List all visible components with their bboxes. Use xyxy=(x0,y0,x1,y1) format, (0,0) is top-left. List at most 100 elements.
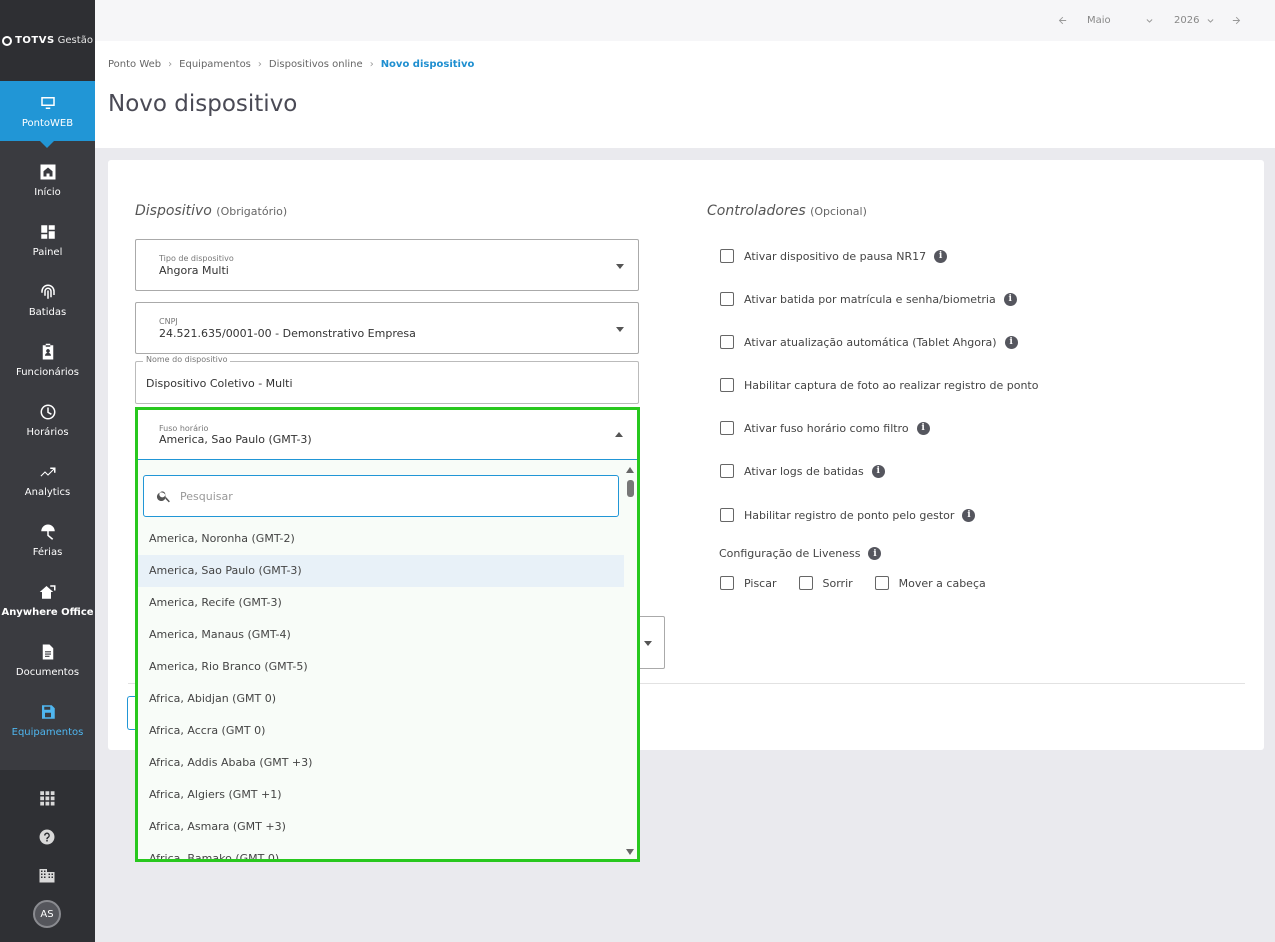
sidebar-footer: AS xyxy=(0,770,95,942)
scrollbar[interactable] xyxy=(624,461,637,859)
checkbox[interactable] xyxy=(798,576,813,590)
checkbox[interactable] xyxy=(720,464,734,478)
company-icon[interactable] xyxy=(38,866,56,884)
checkbox-label: Ativar fuso horário como filtro xyxy=(744,421,909,435)
page-header: Ponto Web › Equipamentos › Dispositivos … xyxy=(95,41,1275,148)
info-icon[interactable]: i xyxy=(934,249,948,263)
breadcrumb-item[interactable]: Ponto Web xyxy=(108,59,161,70)
checkbox[interactable] xyxy=(720,508,734,522)
checkbox[interactable] xyxy=(720,335,734,349)
timezone-option[interactable]: America, Noronha (GMT-2) xyxy=(138,523,624,555)
liveness-option-mover-cabeca[interactable]: Mover a cabeça xyxy=(874,576,986,590)
checkbox-pause-nr17[interactable]: Ativar dispositivo de pausa NR17 i xyxy=(720,249,948,263)
timezone-select-header[interactable]: Fuso horário America, Sao Paulo (GMT-3) xyxy=(138,410,637,460)
timezone-options: America, Noronha (GMT-2) America, Sao Pau… xyxy=(138,523,624,859)
field-value: America, Sao Paulo (GMT-3) xyxy=(159,433,312,446)
field-label: Nome do dispositivo xyxy=(143,355,231,364)
section-title-text: Dispositivo xyxy=(135,203,212,219)
trend-icon xyxy=(40,467,55,476)
timezone-search xyxy=(143,475,619,517)
cnpj-select[interactable]: CNPJ 24.521.635/0001-00 - Demonstrativo … xyxy=(135,302,639,354)
checkbox-matricula-senha[interactable]: Ativar batida por matrícula e senha/biom… xyxy=(720,292,1017,306)
timezone-option[interactable]: America, Manaus (GMT-4) xyxy=(138,619,624,651)
timezone-option[interactable]: Africa, Addis Ababa (GMT +3) xyxy=(138,747,624,779)
avatar[interactable]: AS xyxy=(33,900,61,928)
checkbox-label: Ativar logs de batidas xyxy=(744,464,864,478)
device-name-field[interactable]: Nome do dispositivo Dispositivo Coletivo… xyxy=(135,355,639,404)
arrow-right-icon[interactable] xyxy=(1231,15,1242,26)
caret-up-icon xyxy=(615,432,623,437)
badge-icon xyxy=(42,343,53,359)
timezone-option[interactable]: Africa, Accra (GMT 0) xyxy=(138,715,624,747)
info-icon[interactable]: i xyxy=(1003,292,1017,306)
breadcrumb-separator: › xyxy=(257,59,262,70)
info-icon[interactable]: i xyxy=(916,421,930,435)
info-icon[interactable]: i xyxy=(868,547,882,560)
monitor-icon xyxy=(40,96,55,109)
timezone-select[interactable]: Fuso horário America, Sao Paulo (GMT-3) … xyxy=(135,407,640,862)
umbrella-icon xyxy=(40,524,55,540)
year-select[interactable]: 2026 xyxy=(1174,15,1199,26)
breadcrumb-current: Novo dispositivo xyxy=(380,59,475,70)
sidebar-item-analytics[interactable]: Analytics xyxy=(0,450,95,510)
timezone-option[interactable]: Africa, Abidjan (GMT 0) xyxy=(138,683,624,715)
timezone-option[interactable]: America, Sao Paulo (GMT-3) xyxy=(138,555,624,587)
timezone-option[interactable]: America, Rio Branco (GMT-5) xyxy=(138,651,624,683)
checkbox[interactable] xyxy=(720,576,734,590)
checkbox-manager-registration[interactable]: Habilitar registro de ponto pelo gestor … xyxy=(720,508,976,522)
liveness-title-text: Configuração de Liveness xyxy=(719,547,861,560)
checkbox[interactable] xyxy=(720,421,734,435)
checkbox-label: Mover a cabeça xyxy=(898,576,986,590)
help-icon[interactable] xyxy=(38,828,56,846)
controllers-section-title: Controladores (Opcional) xyxy=(707,203,867,219)
timezone-option[interactable]: Africa, Bamako (GMT 0) xyxy=(138,843,624,859)
sidebar-item-painel[interactable]: Painel xyxy=(0,210,95,270)
sidebar-item-label: PontoWEB xyxy=(21,117,74,129)
chevron-down-icon[interactable] xyxy=(1144,15,1155,26)
hidden-select[interactable] xyxy=(640,616,665,669)
checkbox-timezone-filter[interactable]: Ativar fuso horário como filtro i xyxy=(720,421,930,435)
breadcrumb-separator: › xyxy=(168,59,173,70)
info-icon[interactable]: i xyxy=(962,508,976,522)
checkbox-auto-update[interactable]: Ativar atualização automática (Tablet Ah… xyxy=(720,335,1018,349)
arrow-left-icon[interactable] xyxy=(1057,15,1068,26)
sidebar-item-pontoweb[interactable]: PontoWEB xyxy=(0,81,95,148)
chevron-down-icon[interactable] xyxy=(1205,15,1216,26)
sidebar-item-inicio[interactable]: Início xyxy=(0,150,95,210)
info-icon[interactable]: i xyxy=(1004,335,1018,349)
timezone-option[interactable]: Africa, Algiers (GMT +1) xyxy=(138,779,624,811)
sidebar-item-documentos[interactable]: Documentos xyxy=(0,630,95,690)
checkbox[interactable] xyxy=(720,292,734,306)
sidebar-item-label: Analytics xyxy=(24,486,71,498)
apps-grid-icon[interactable] xyxy=(38,789,56,807)
sidebar-item-label: Batidas xyxy=(28,306,67,318)
sidebar-item-horarios[interactable]: Horários xyxy=(0,390,95,450)
scroll-up-icon[interactable] xyxy=(626,467,634,473)
sidebar-item-anywhere-office[interactable]: Anywhere Office xyxy=(0,570,95,630)
liveness-option-piscar[interactable]: Piscar xyxy=(720,576,777,590)
search-input[interactable] xyxy=(180,486,600,506)
checkbox-photo-capture[interactable]: Habilitar captura de foto ao realizar re… xyxy=(720,378,1038,392)
info-icon[interactable]: i xyxy=(871,464,885,478)
sidebar-item-batidas[interactable]: Batidas xyxy=(0,270,95,330)
sidebar-item-label: Início xyxy=(34,186,61,198)
liveness-option-sorrir[interactable]: Sorrir xyxy=(798,576,853,590)
checkbox[interactable] xyxy=(720,378,734,392)
checkbox-logs[interactable]: Ativar logs de batidas i xyxy=(720,464,885,478)
timezone-option[interactable]: Africa, Asmara (GMT +3) xyxy=(138,811,624,843)
device-type-select[interactable]: Tipo de dispositivo Ahgora Multi xyxy=(135,239,639,291)
scroll-down-icon[interactable] xyxy=(626,849,634,855)
timezone-option[interactable]: America, Recife (GMT-3) xyxy=(138,587,624,619)
month-select[interactable]: Maio xyxy=(1087,15,1111,26)
app-logo[interactable]: TOTVS Gestão xyxy=(0,0,95,81)
scroll-thumb[interactable] xyxy=(627,480,634,497)
breadcrumb-item[interactable]: Dispositivos online xyxy=(269,59,363,70)
checkbox[interactable] xyxy=(874,576,889,590)
checkbox-label: Ativar dispositivo de pausa NR17 xyxy=(744,249,927,263)
checkbox[interactable] xyxy=(720,249,734,263)
sidebar-item-funcionarios[interactable]: Funcionários xyxy=(0,330,95,390)
breadcrumb-item[interactable]: Equipamentos xyxy=(179,59,251,70)
sidebar-item-equipamentos[interactable]: Equipamentos xyxy=(0,690,95,750)
liveness-title: Configuração de Liveness i xyxy=(719,547,882,560)
sidebar-item-ferias[interactable]: Férias xyxy=(0,510,95,570)
